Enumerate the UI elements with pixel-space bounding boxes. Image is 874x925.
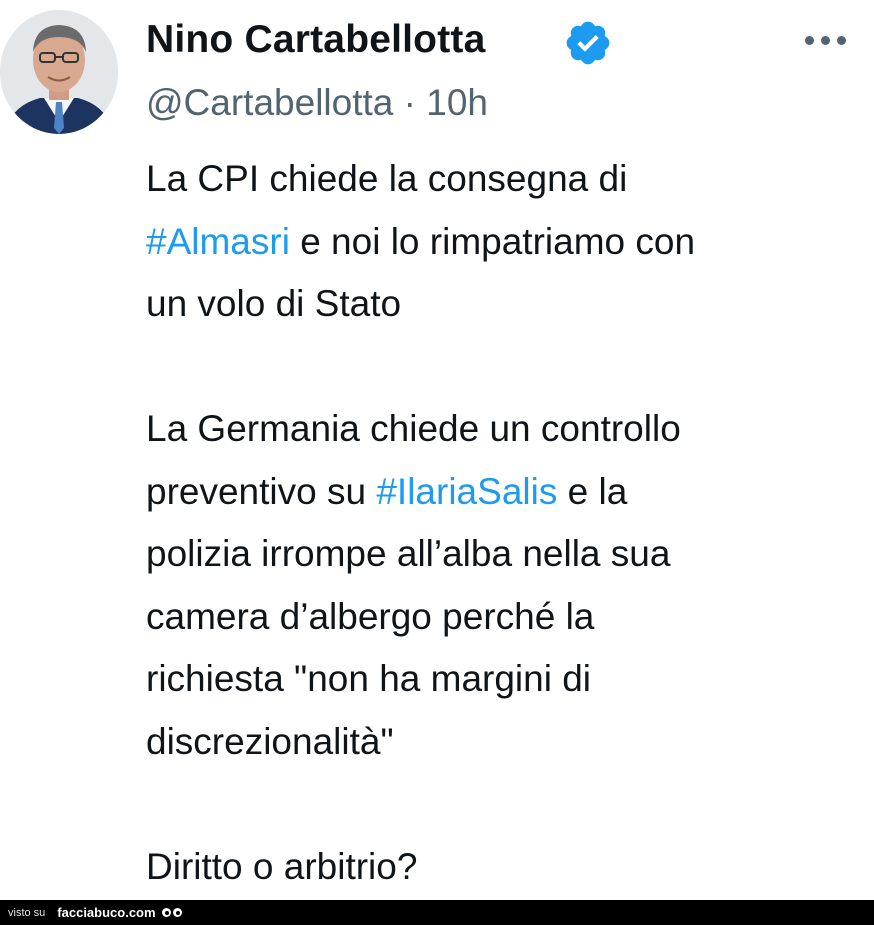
author-handle[interactable]: @Cartabellotta bbox=[146, 82, 393, 123]
author-name[interactable]: Nino Cartabellotta bbox=[146, 18, 485, 62]
tweet-line: polizia irrompe all’alba nella sua bbox=[146, 523, 861, 586]
avatar[interactable] bbox=[0, 10, 118, 134]
watermark-prefix: visto su bbox=[8, 906, 46, 919]
avatar-photo bbox=[0, 10, 118, 134]
meta-separator: · bbox=[403, 82, 416, 123]
tweet-line: richiesta "non ha margini di bbox=[146, 648, 861, 711]
tweet-text-segment: un volo di Stato bbox=[146, 283, 402, 324]
watermark-bar: visto su facciabuco.com bbox=[0, 900, 874, 925]
verified-badge-icon bbox=[566, 21, 610, 65]
tweet-line: preventivo su #IlariaSalis e la bbox=[146, 461, 861, 524]
tweet-line: un volo di Stato bbox=[146, 273, 861, 336]
hashtag-link[interactable]: #IlariaSalis bbox=[376, 471, 557, 512]
more-dot-icon bbox=[837, 35, 846, 45]
tweet-line: camera d’albergo perché la bbox=[146, 586, 861, 649]
watermark-brand[interactable]: facciabuco.com bbox=[57, 905, 155, 920]
tweet-line: #Almasri e noi lo rimpatriamo con bbox=[146, 211, 861, 274]
tweet-text-segment: e noi lo rimpatriamo con bbox=[289, 220, 696, 262]
more-dot-icon bbox=[821, 35, 830, 45]
tweet-text-segment: e la bbox=[557, 470, 628, 512]
hashtag-link[interactable]: #Almasri bbox=[146, 221, 290, 262]
tweet-text-segment: La CPI chiede la consegna di bbox=[146, 158, 628, 199]
eyes-logo-icon bbox=[161, 908, 182, 917]
tweet-text-segment: La Germania chiede un controllo bbox=[146, 408, 681, 449]
tweet-text: La CPI chiede la consegna di #Almasri e n… bbox=[146, 148, 861, 898]
tweet-text-segment: preventivo su bbox=[146, 470, 377, 512]
tweet-text-segment: polizia irrompe all’alba nella sua bbox=[146, 533, 671, 574]
tweet-line: La CPI chiede la consegna di bbox=[146, 148, 861, 211]
tweet-text-segment: richiesta "non ha margini di bbox=[146, 658, 592, 699]
tweet-meta: @Cartabellotta · 10h bbox=[146, 82, 488, 124]
tweet-text-segment: camera d’albergo perché la bbox=[146, 595, 595, 637]
more-dot-icon bbox=[805, 35, 814, 45]
tweet-text-segment: discrezionalità" bbox=[146, 720, 394, 762]
tweet-text-segment: Diritto o arbitrio? bbox=[146, 845, 418, 887]
tweet-time[interactable]: 10h bbox=[426, 82, 488, 123]
more-options-button[interactable] bbox=[805, 28, 853, 52]
tweet-line: La Germania chiede un controllo bbox=[146, 398, 861, 461]
tweet-line: Diritto o arbitrio? bbox=[146, 836, 861, 899]
tweet-line: discrezionalità" bbox=[146, 711, 861, 774]
